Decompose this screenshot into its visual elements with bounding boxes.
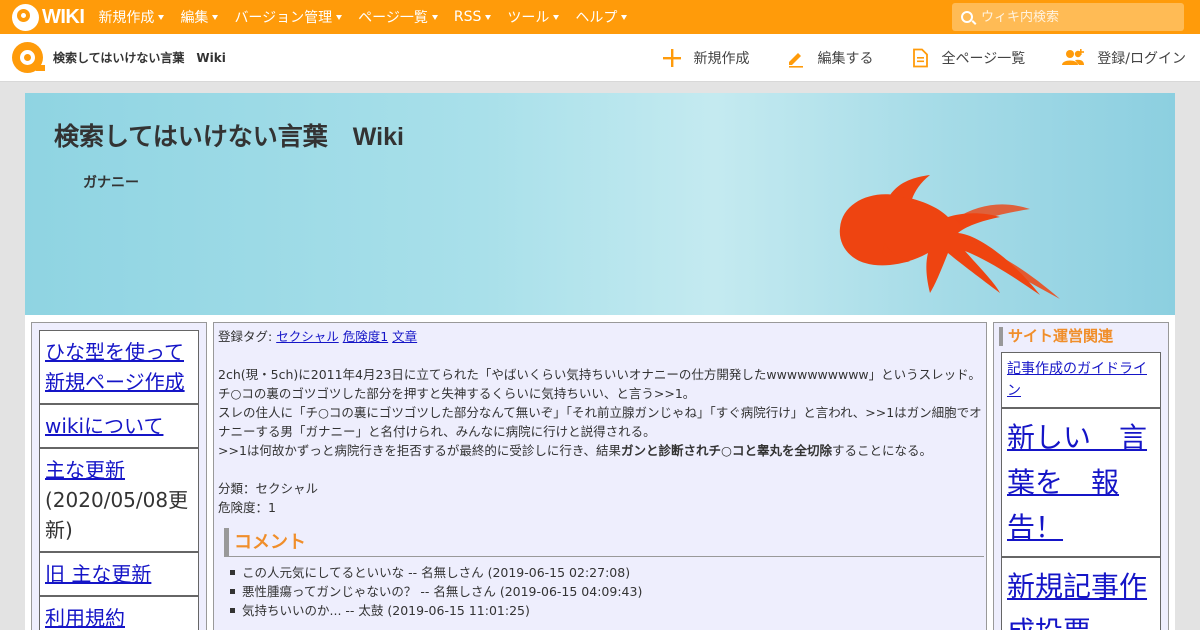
new-page-button[interactable]: 新規作成 — [662, 48, 750, 68]
users-icon — [1062, 49, 1085, 65]
comment-heading: コメント — [224, 528, 984, 557]
caret-down-icon — [158, 14, 165, 20]
article-paragraph: >>1は何故かずっと病院行きを拒否するが最終的に受診しに行き、結果ガンと診断され… — [218, 441, 982, 460]
menu-label: RSS — [453, 9, 482, 25]
nav-item-old-updates: 旧 主な更新 — [39, 552, 199, 596]
site-logo-icon[interactable] — [12, 42, 45, 73]
menu-new[interactable]: 新規作成 — [98, 7, 165, 27]
menu-label: ページ一覧 — [358, 10, 428, 26]
nav-item-template-new-page: ひな型を使って新規ページ作成 — [39, 330, 199, 404]
tags-label: 登録タグ: — [218, 329, 273, 344]
nav-link[interactable]: wikiについて — [45, 414, 163, 438]
menu-page-list[interactable]: ページ一覧 — [358, 7, 438, 27]
article-paragraph: スレの住人に「チ○コの裏にゴツゴツした部分なんて無いぞ」「それ前立腺ガンじゃね」… — [218, 405, 982, 439]
nav-link[interactable]: ひな型を使って新規ページ作成 — [45, 340, 185, 394]
caret-down-icon — [485, 14, 492, 20]
article-paragraph: 2ch(現・5ch)に2011年4月23日に立てられた「やばいくらい気持ちいいオ… — [218, 367, 981, 382]
document-icon — [912, 48, 928, 68]
tag-link[interactable]: セクシャル — [276, 329, 339, 344]
nav-link[interactable]: 旧 主な更新 — [45, 562, 151, 586]
category-line: 分類：セクシャル — [218, 481, 319, 496]
site-name[interactable]: 検索してはいけない言葉 Wiki — [53, 49, 226, 66]
menu-label: ツール — [507, 10, 550, 26]
menu-version[interactable]: バージョン管理 — [234, 7, 343, 27]
site-banner: 検索してはいけない言葉 Wiki ガナニー — [25, 93, 1175, 315]
menu-label: ヘルプ — [575, 10, 618, 26]
right-nav-menu: 記事作成のガイドライン 新しい 言葉を 報告！ 新規記事作成投票 — [1001, 352, 1161, 630]
action-label: 編集する — [817, 51, 874, 67]
menu-label: バージョン管理 — [234, 10, 333, 26]
header-actions: 新規作成 編集する 全ページ一覧 登録/ログイン — [626, 34, 1186, 82]
caret-down-icon — [621, 14, 628, 20]
nav-link[interactable]: 新しい 言葉を 報告！ — [1007, 421, 1147, 544]
goldfish-illustration — [839, 175, 1060, 299]
caret-down-icon — [212, 14, 219, 20]
top-menu: 新規作成 編集 バージョン管理 ページ一覧 RSS ツール ヘルプ — [98, 7, 643, 27]
nav-link[interactable]: 主な更新 — [45, 458, 125, 482]
action-label: 全ページ一覧 — [941, 51, 1026, 67]
update-date-note: (2020/05/08更新) — [45, 488, 189, 542]
nav-link[interactable]: 利用規約 — [45, 606, 125, 630]
text-span: >>1は何故かずっと病院行きを拒否するが最終的に受診しに行き、結果 — [218, 443, 622, 458]
pencil-icon — [788, 53, 803, 68]
atwiki-logo[interactable]: WIKI — [12, 3, 85, 31]
logo-text: WIKI — [42, 5, 85, 28]
caret-down-icon — [336, 14, 343, 20]
nav-item-terms: 利用規約 — [39, 596, 199, 630]
tag-link[interactable]: 文章 — [392, 329, 417, 344]
search-icon — [961, 11, 973, 23]
comment-item: 悪性腫瘍ってガンじゃないの？ -- 名無しさん (2019-06-15 04:0… — [228, 582, 982, 601]
bold-text: ガンと診断されチ○コと睾丸を全切除 — [621, 443, 832, 458]
wiki-search — [952, 3, 1184, 31]
edit-page-button[interactable]: 編集する — [786, 48, 874, 68]
right-sidebar-heading: サイト運営関連 — [999, 327, 1164, 346]
at-logo-icon — [12, 3, 39, 31]
nav-item-guidelines: 記事作成のガイドライン — [1001, 352, 1161, 408]
nav-link[interactable]: 新規記事作成投票 — [1007, 570, 1147, 630]
tag-line: 登録タグ: セクシャル 危険度1 文章 — [218, 327, 982, 346]
text-span: することになる。 — [831, 443, 932, 458]
plus-icon — [662, 49, 681, 67]
nav-item-new-article-vote: 新規記事作成投票 — [1001, 557, 1161, 630]
comment-list: この人元気にしてるといいな -- 名無しさん (2019-06-15 02:27… — [228, 563, 982, 620]
left-nav-menu: ひな型を使って新規ページ作成 wikiについて 主な更新 (2020/05/08更… — [39, 330, 199, 630]
menu-label: 新規作成 — [98, 10, 155, 26]
article-paragraph: チ○コの裏のゴツゴツした部分を押すと失神するくらいに気持ちいい、と言う>>1。 — [218, 386, 696, 401]
action-label: 登録/ログイン — [1097, 51, 1186, 67]
nav-item-report-word: 新しい 言葉を 報告！ — [1001, 408, 1161, 557]
menu-rss[interactable]: RSS — [454, 9, 492, 25]
nav-link[interactable]: 記事作成のガイドライン — [1007, 361, 1147, 399]
banner-title: 検索してはいけない言葉 Wiki — [54, 123, 404, 151]
top-navigation-bar: WIKI 新規作成 編集 バージョン管理 ページ一覧 RSS ツール ヘルプ — [0, 0, 1200, 34]
menu-edit[interactable]: 編集 — [180, 7, 219, 27]
login-button[interactable]: 登録/ログイン — [1061, 48, 1186, 68]
caret-down-icon — [553, 14, 560, 20]
danger-level-line: 危険度：1 — [218, 500, 276, 515]
search-input[interactable] — [981, 9, 1171, 25]
banner-subtitle: ガナニー — [83, 175, 139, 191]
menu-help[interactable]: ヘルプ — [575, 7, 628, 27]
menu-tools[interactable]: ツール — [507, 7, 560, 27]
comment-item: 気持ちいいのか... -- 太鼓 (2019-06-15 11:01:25) — [228, 601, 982, 620]
action-label: 新規作成 — [693, 51, 750, 67]
main-article: 登録タグ: セクシャル 危険度1 文章 2ch(現・5ch)に2011年4月23… — [213, 322, 987, 630]
tag-link[interactable]: 危険度1 — [343, 329, 388, 344]
site-header-bar: 検索してはいけない言葉 Wiki 新規作成 編集する 全ページ一覧 登録/ログイ… — [0, 34, 1200, 82]
menu-label: 編集 — [180, 10, 209, 26]
caret-down-icon — [431, 14, 438, 20]
comment-item: この人元気にしてるといいな -- 名無しさん (2019-06-15 02:27… — [228, 563, 982, 582]
nav-item-updates: 主な更新 (2020/05/08更新) — [39, 448, 199, 552]
all-pages-button[interactable]: 全ページ一覧 — [910, 48, 1026, 68]
nav-item-about-wiki: wikiについて — [39, 404, 199, 448]
